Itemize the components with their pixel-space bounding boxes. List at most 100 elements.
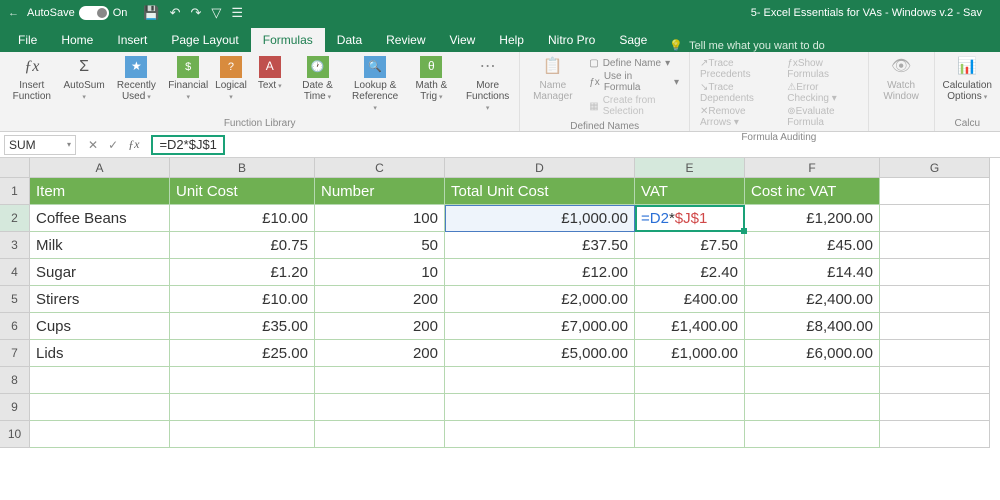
cell[interactable] xyxy=(445,421,635,448)
cell[interactable] xyxy=(315,421,445,448)
select-all-corner[interactable] xyxy=(0,158,30,178)
cell[interactable] xyxy=(635,367,745,394)
cell-editing[interactable]: =D2*$J$1 xyxy=(635,205,745,232)
cell[interactable]: Coffee Beans xyxy=(30,205,170,232)
row-header[interactable]: 1 xyxy=(0,178,30,205)
cell[interactable]: £7.50 xyxy=(635,232,745,259)
tab-file[interactable]: File xyxy=(6,28,49,52)
more-icon[interactable]: ☰ xyxy=(231,5,243,21)
calculation-options-button[interactable]: 📊Calculation Options xyxy=(939,54,996,104)
cell[interactable] xyxy=(745,394,880,421)
financial-button[interactable]: $Financial xyxy=(166,54,210,104)
undo-icon[interactable]: ↶ xyxy=(170,5,181,21)
cell[interactable] xyxy=(445,394,635,421)
cell[interactable] xyxy=(880,205,990,232)
cell[interactable] xyxy=(30,421,170,448)
header-cell[interactable]: Cost inc VAT xyxy=(745,178,880,205)
more-functions-button[interactable]: ⋯More Functions xyxy=(460,54,516,115)
formula-input[interactable]: =D2*$J$1 xyxy=(151,135,224,155)
header-cell[interactable]: Unit Cost xyxy=(170,178,315,205)
cell[interactable] xyxy=(880,340,990,367)
col-header[interactable]: B xyxy=(170,158,315,178)
autosum-button[interactable]: ΣAutoSum xyxy=(62,54,107,104)
cell[interactable]: £400.00 xyxy=(635,286,745,313)
cell[interactable]: £1,400.00 xyxy=(635,313,745,340)
cell[interactable]: Stirers xyxy=(30,286,170,313)
toggle-icon[interactable] xyxy=(79,6,109,20)
cell-referenced[interactable]: £1,000.00 xyxy=(445,205,635,232)
spreadsheet-grid[interactable]: A B C D E F G 1 Item Unit Cost Number To… xyxy=(0,158,1000,448)
logical-button[interactable]: ?Logical xyxy=(212,54,249,104)
tab-help[interactable]: Help xyxy=(487,28,536,52)
cell[interactable] xyxy=(880,313,990,340)
name-box[interactable]: SUM xyxy=(4,135,76,155)
enter-icon[interactable]: ✓ xyxy=(108,138,118,152)
cell[interactable]: £1,000.00 xyxy=(635,340,745,367)
cell[interactable]: 200 xyxy=(315,340,445,367)
cell[interactable]: £2,400.00 xyxy=(745,286,880,313)
cell[interactable] xyxy=(30,367,170,394)
cell[interactable] xyxy=(880,367,990,394)
cell[interactable]: £14.40 xyxy=(745,259,880,286)
col-header[interactable]: D xyxy=(445,158,635,178)
row-header[interactable]: 6 xyxy=(0,313,30,340)
define-name-button[interactable]: ▢Define Name ▾ xyxy=(589,58,679,69)
cell[interactable]: £37.50 xyxy=(445,232,635,259)
cell[interactable]: £10.00 xyxy=(170,286,315,313)
cell[interactable]: £1.20 xyxy=(170,259,315,286)
fx-icon[interactable]: ƒx xyxy=(128,137,139,152)
col-header[interactable]: E xyxy=(635,158,745,178)
cell[interactable]: £0.75 xyxy=(170,232,315,259)
sort-icon[interactable]: ▽ xyxy=(211,5,221,21)
recently-used-button[interactable]: ★Recently Used xyxy=(109,54,165,104)
cell[interactable]: £35.00 xyxy=(170,313,315,340)
header-cell[interactable]: VAT xyxy=(635,178,745,205)
tab-review[interactable]: Review xyxy=(374,28,437,52)
header-cell[interactable]: Total Unit Cost xyxy=(445,178,635,205)
cancel-icon[interactable]: ✕ xyxy=(88,138,98,152)
cell[interactable] xyxy=(445,367,635,394)
col-header[interactable]: G xyxy=(880,158,990,178)
cell[interactable]: £1,200.00 xyxy=(745,205,880,232)
col-header[interactable]: C xyxy=(315,158,445,178)
save-icon[interactable]: 💾 xyxy=(143,5,159,21)
col-header[interactable]: F xyxy=(745,158,880,178)
tab-view[interactable]: View xyxy=(438,28,488,52)
cell[interactable]: £25.00 xyxy=(170,340,315,367)
back-icon[interactable]: ← xyxy=(8,7,19,19)
tab-data[interactable]: Data xyxy=(325,28,374,52)
datetime-button[interactable]: 🕐Date & Time xyxy=(290,54,346,104)
cell[interactable]: £10.00 xyxy=(170,205,315,232)
row-header[interactable]: 2 xyxy=(0,205,30,232)
tab-sage[interactable]: Sage xyxy=(607,28,659,52)
cell[interactable] xyxy=(880,394,990,421)
cell[interactable] xyxy=(170,367,315,394)
cell[interactable] xyxy=(880,421,990,448)
tab-home[interactable]: Home xyxy=(49,28,105,52)
cell[interactable]: £2,000.00 xyxy=(445,286,635,313)
row-header[interactable]: 9 xyxy=(0,394,30,421)
row-header[interactable]: 4 xyxy=(0,259,30,286)
cell[interactable]: Milk xyxy=(30,232,170,259)
cell[interactable] xyxy=(170,394,315,421)
tab-nitro[interactable]: Nitro Pro xyxy=(536,28,607,52)
math-button[interactable]: θMath & Trig xyxy=(405,54,458,104)
tell-me-search[interactable]: 💡 Tell me what you want to do xyxy=(669,39,824,52)
header-cell[interactable]: Number xyxy=(315,178,445,205)
lookup-button[interactable]: 🔍Lookup & Reference xyxy=(347,54,403,115)
cell[interactable]: 200 xyxy=(315,286,445,313)
tab-formulas[interactable]: Formulas xyxy=(251,28,325,52)
cell[interactable] xyxy=(635,421,745,448)
cell[interactable] xyxy=(315,367,445,394)
cell[interactable]: 10 xyxy=(315,259,445,286)
header-cell[interactable]: Item xyxy=(30,178,170,205)
cell[interactable]: Lids xyxy=(30,340,170,367)
cell[interactable]: £6,000.00 xyxy=(745,340,880,367)
cell[interactable] xyxy=(880,259,990,286)
cell[interactable] xyxy=(315,394,445,421)
cell[interactable]: £12.00 xyxy=(445,259,635,286)
tab-page-layout[interactable]: Page Layout xyxy=(159,28,250,52)
cell[interactable]: Cups xyxy=(30,313,170,340)
text-button[interactable]: AText xyxy=(252,54,288,93)
autosave-toggle[interactable]: AutoSave On xyxy=(27,6,127,20)
